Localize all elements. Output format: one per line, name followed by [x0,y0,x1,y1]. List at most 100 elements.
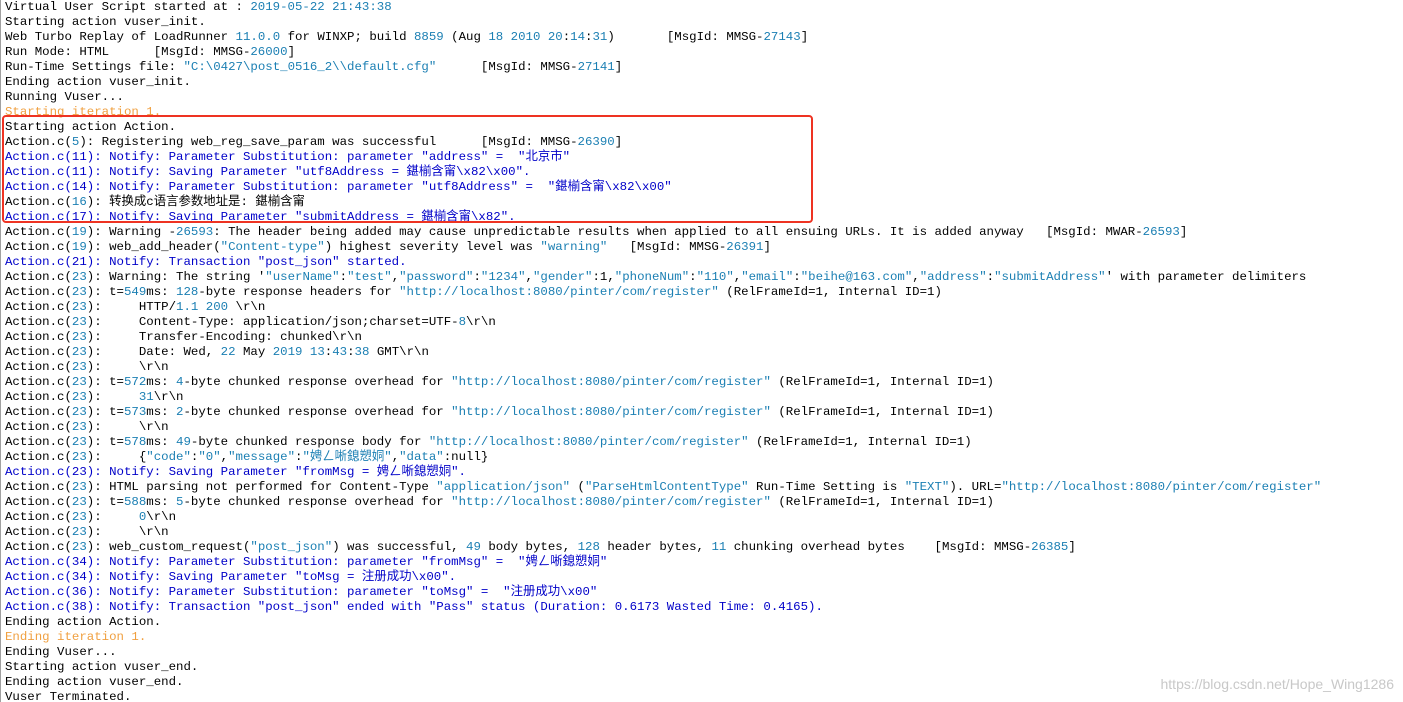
log-literal: "code" [146,450,191,464]
log-text: ) [MsgId: MMSG- [607,30,764,44]
log-text: ): t= [86,495,124,509]
log-text: , [525,270,533,284]
log-text: ' with parameter delimiters [1105,270,1307,284]
log-text: ): [86,510,139,524]
log-literal: "userName" [265,270,340,284]
log-line: Action.c(14): Notify: Parameter Substitu… [5,180,1321,195]
log-text: ): web_add_header( [86,240,221,254]
log-text: Action.c( [5,195,72,209]
log-text: Ending Vuser... [5,645,117,659]
log-literal: 128 [176,285,199,299]
log-literal: 26593 [1142,225,1180,239]
log-text: , [912,270,920,284]
log-text: Action.c(23): Notify: Saving Parameter "… [5,465,466,479]
log-text: ): Transfer-Encoding: chunked\r\n [86,330,362,344]
log-text: (RelFrameId=1, Internal ID=1) [770,405,994,419]
log-text: : The header being added may cause unpre… [213,225,1143,239]
log-text: Action.c( [5,420,72,434]
log-line: Action.c(23): Notify: Saving Parameter "… [5,465,1321,480]
log-line: Vuser Terminated. [5,690,1321,702]
log-literal: "0" [198,450,221,464]
log-literal: "http://localhost:8080/pinter/com/regist… [428,435,749,449]
log-literal: "test" [347,270,392,284]
log-text: ) highest severity level was [324,240,541,254]
log-text: : [339,270,348,284]
log-text: Ending action Action. [5,615,162,629]
log-line: Action.c(23): t=588ms: 5-byte chunked re… [5,495,1321,510]
log-text: GMT\r\n [369,345,429,359]
log-text: Action.c( [5,240,72,254]
log-literal: 2019-05-22 21:43:38 [250,0,392,14]
log-literal: 26000 [250,45,288,59]
log-literal: 8859 [413,30,444,44]
log-text: ): HTML parsing not performed for Conten… [86,480,437,494]
log-line: Action.c(34): Notify: Parameter Substitu… [5,555,1321,570]
log-line: Ending action vuser_end. [5,675,1321,690]
log-text: Action.c( [5,510,72,524]
log-text: Action.c( [5,300,72,314]
log-line: Action.c(23): 0\r\n [5,510,1321,525]
log-literal: "Content-type" [220,240,325,254]
log-text: Action.c( [5,540,72,554]
log-text: Run Mode: HTML [MsgId: MMSG- [5,45,251,59]
log-line: Action.c(23): HTTP/1.1 200 \r\n [5,300,1321,315]
log-text: ms: [146,405,177,419]
log-literal: 573 [123,405,147,419]
log-text: ): { [86,450,147,464]
log-text: \r\n [146,510,177,524]
log-line: Starting iteration 1. [5,105,1321,120]
log-text: Action.c(11): Notify: Saving Parameter "… [5,165,531,179]
log-literal: 23 [71,270,87,284]
log-text: -byte chunked response body for [190,435,429,449]
log-literal: "phoneNum" [614,270,690,284]
log-line: Action.c(19): web_add_header("Content-ty… [5,240,1321,255]
log-literal: "beihe@163.com" [800,270,913,284]
log-text: Action.c( [5,315,72,329]
log-literal: 23 [71,435,87,449]
log-line: Action.c(19): Warning - 26593: The header… [5,225,1321,240]
log-text: Action.c( [5,525,72,539]
log-text: Starting iteration 1. [5,105,162,119]
log-literal: 11 [711,540,727,554]
log-literal: "data" [399,450,444,464]
log-text: Action.c( [5,225,72,239]
log-line: Ending action Action. [5,615,1321,630]
log-line: Action.c(23): t=572ms: 4-byte chunked re… [5,375,1321,390]
log-literal: 19 [71,225,87,239]
log-text: [MsgId: MMSG- [607,240,727,254]
log-line: Action.c(34): Notify: Saving Parameter "… [5,570,1321,585]
log-text: Ending action vuser_end. [5,675,184,689]
replay-log-viewer[interactable]: Virtual User Script started at : 2019-05… [0,0,1403,702]
log-text: Vuser Terminated. [5,690,132,702]
log-literal: 38 [354,345,370,359]
log-literal: "http://localhost:8080/pinter/com/regist… [451,375,771,389]
log-literal: 1.1 200 [176,300,229,314]
log-text: Action.c(34): Notify: Parameter Substitu… [5,555,608,569]
log-literal: "TEXT" [904,480,950,494]
log-literal: "message" [228,450,296,464]
log-text: for WINXP; build [280,30,414,44]
log-text: ms: [146,375,177,389]
log-line: Action.c(21): Notify: Transaction "post_… [5,255,1321,270]
log-text: Ending action vuser_init. [5,75,191,89]
log-text: Action.c( [5,390,72,404]
log-literal: 23 [71,480,87,494]
log-lines: Virtual User Script started at : 2019-05… [5,0,1321,702]
log-text: : [689,270,697,284]
log-literal: 128 [577,540,600,554]
log-literal: "application/json" [436,480,571,494]
log-literal: 27141 [577,60,615,74]
log-literal: 27143 [763,30,801,44]
log-text: \r\n [466,315,496,329]
log-text: ] [763,240,771,254]
log-text: ) was successful, [332,540,467,554]
log-text: -byte response headers for [198,285,400,299]
log-line: Action.c(16): 转换成c语言参数地址是: 鍖椾含甯 [5,195,1321,210]
log-text: ): web_custom_request( [86,540,251,554]
log-text: ): Warning - [86,225,177,239]
log-literal: 49 [466,540,481,554]
log-text: , [391,450,400,464]
log-text: ] [287,45,295,59]
log-text: -byte chunked response overhead for [183,405,452,419]
log-line: Run-Time Settings file: "C:\0427\post_05… [5,60,1321,75]
